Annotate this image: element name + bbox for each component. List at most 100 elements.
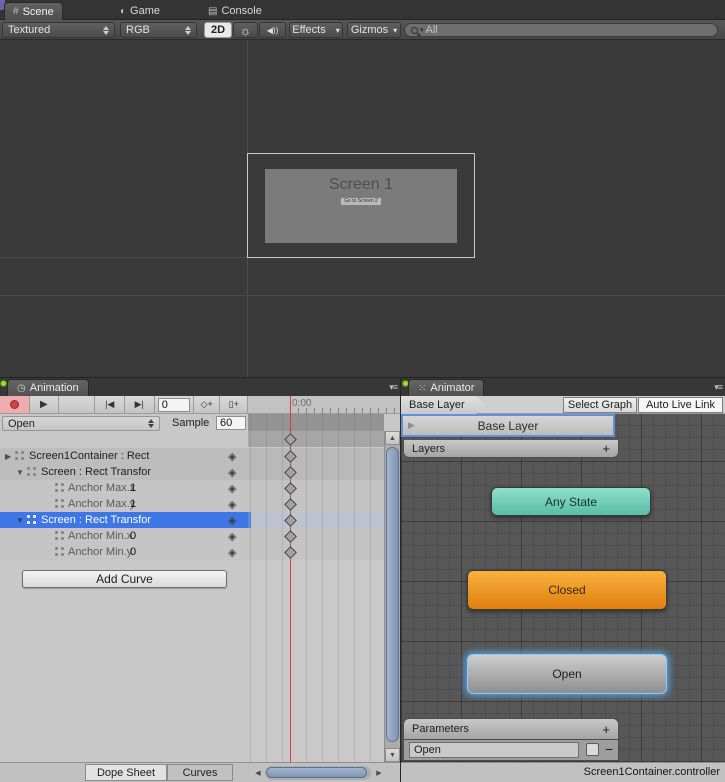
key-indicator-icon[interactable]: ◈ bbox=[228, 514, 236, 527]
search-filter-arrow-icon: ▾ bbox=[420, 26, 424, 34]
arrow-left-icon: ◀ bbox=[255, 769, 260, 777]
render-mode-dropdown[interactable]: RGB bbox=[120, 22, 197, 38]
2d-toggle-button[interactable]: 2D bbox=[204, 22, 232, 38]
tab-animator[interactable]: ⁙ Animator bbox=[408, 379, 484, 396]
anim-row-screen1container[interactable]: ▶ Screen1Container : Rect ◈ bbox=[0, 448, 248, 464]
state-node-open[interactable]: Open bbox=[467, 654, 667, 694]
console-icon: ▤ bbox=[208, 6, 217, 17]
key-indicator-icon[interactable]: ◈ bbox=[228, 498, 236, 511]
dopesheet-row-selected[interactable] bbox=[248, 512, 384, 528]
fold-closed-icon[interactable]: ▶ bbox=[5, 452, 11, 461]
add-keyframe-button[interactable]: ◇+ bbox=[193, 396, 221, 413]
anim-row-value[interactable]: 0 bbox=[130, 546, 136, 558]
anim-row-anchor-min-y[interactable]: Anchor Min.y 0 ◈ bbox=[0, 544, 248, 560]
animator-graph[interactable]: ▶ Base Layer Layers + Any State Closed O… bbox=[401, 414, 725, 762]
key-indicator-icon[interactable]: ◈ bbox=[228, 482, 236, 495]
dopesheet-row[interactable] bbox=[248, 496, 384, 512]
dopesheet-vscrollbar[interactable]: ▲ ▼ bbox=[384, 431, 400, 762]
hscroll-right-button[interactable]: ▶ bbox=[372, 765, 386, 780]
tab-game[interactable]: ◐ Game bbox=[112, 2, 168, 20]
sample-field[interactable]: 60 bbox=[216, 416, 246, 430]
add-curve-button[interactable]: Add Curve bbox=[22, 570, 227, 588]
layers-panel-header[interactable]: Layers + bbox=[403, 440, 619, 458]
anim-row-anchor-max-x[interactable]: Anchor Max.x 1 ◈ bbox=[0, 480, 248, 496]
scroll-up-button[interactable]: ▲ bbox=[385, 431, 400, 445]
fold-open-icon[interactable]: ▼ bbox=[16, 468, 24, 477]
scene-view[interactable]: Screen 1 Go to Screen 2 bbox=[0, 40, 725, 377]
gizmos-dropdown[interactable]: Gizmos ▾ bbox=[347, 22, 401, 38]
anim-row-value[interactable]: 0 bbox=[130, 530, 136, 542]
state-node-any-state[interactable]: Any State bbox=[491, 487, 651, 516]
rect-transform-icon bbox=[15, 451, 24, 460]
anim-row-screen-rt-selected[interactable]: ▼ Screen : Rect Transfor ◈ bbox=[0, 512, 248, 528]
draw-mode-dropdown[interactable]: Textured bbox=[2, 22, 115, 38]
tab-animation[interactable]: ◷ Animation bbox=[7, 379, 89, 396]
fold-open-icon[interactable]: ▼ bbox=[16, 516, 24, 525]
timeline-ruler[interactable]: 0:00 bbox=[248, 396, 401, 414]
select-graph-button[interactable]: Select Graph bbox=[563, 397, 637, 413]
anim-row-anchor-min-x[interactable]: Anchor Min.x 0 ◈ bbox=[0, 528, 248, 544]
dopesheet-empty-area[interactable] bbox=[248, 560, 384, 762]
vscrollbar-thumb[interactable] bbox=[386, 447, 399, 742]
dopesheet-row[interactable] bbox=[248, 480, 384, 496]
arrow-up-icon: ▲ bbox=[389, 435, 396, 442]
next-key-button[interactable]: ▶| bbox=[125, 396, 155, 413]
key-indicator-icon[interactable]: ◈ bbox=[228, 530, 236, 543]
anim-row-label: Screen1Container : Rect bbox=[29, 450, 149, 462]
parameter-name-field[interactable]: Open bbox=[409, 742, 579, 758]
screen1-panel[interactable]: Screen 1 Go to Screen 2 bbox=[265, 169, 457, 243]
dopesheet-row[interactable] bbox=[248, 544, 384, 560]
record-icon bbox=[10, 400, 19, 409]
screen1-go-button[interactable]: Go to Screen 2 bbox=[340, 197, 382, 206]
dope-sheet-tab[interactable]: Dope Sheet bbox=[85, 764, 167, 781]
add-event-icon: ▯+ bbox=[229, 399, 239, 410]
parameter-bool-checkbox[interactable] bbox=[586, 743, 599, 756]
panel-divider[interactable] bbox=[0, 377, 725, 378]
hscrollbar-thumb[interactable] bbox=[266, 767, 367, 778]
curves-tab[interactable]: Curves bbox=[167, 764, 233, 781]
panel-divider[interactable] bbox=[400, 378, 401, 782]
record-button[interactable] bbox=[0, 396, 30, 413]
key-indicator-icon[interactable]: ◈ bbox=[228, 466, 236, 479]
prev-key-button[interactable]: |◀ bbox=[95, 396, 125, 413]
dopesheet-row[interactable] bbox=[248, 448, 384, 464]
dopesheet-row[interactable] bbox=[248, 528, 384, 544]
dopesheet-hscrollbar[interactable] bbox=[265, 766, 371, 780]
scene-search-input[interactable]: ▾ All bbox=[404, 23, 718, 37]
anim-row-anchor-max-y[interactable]: Anchor Max.y 1 ◈ bbox=[0, 496, 248, 512]
auto-live-link-label: Auto Live Link bbox=[646, 399, 715, 411]
anim-row-value[interactable]: 1 bbox=[130, 498, 136, 510]
state-node-closed[interactable]: Closed bbox=[467, 570, 667, 610]
remove-parameter-button[interactable]: − bbox=[605, 741, 613, 757]
tab-scene[interactable]: # Scene bbox=[4, 2, 63, 20]
base-layer-bar[interactable]: ▶ Base Layer bbox=[401, 414, 615, 437]
scene-audio-button[interactable]: ◀)) bbox=[259, 22, 286, 38]
auto-live-link-button[interactable]: Auto Live Link bbox=[638, 397, 723, 413]
rect-transform-icon bbox=[55, 483, 64, 492]
scroll-down-button[interactable]: ▼ bbox=[385, 748, 400, 762]
animation-clip-row: Open Sample 60 bbox=[0, 414, 248, 432]
breadcrumb-base-layer[interactable]: Base Layer bbox=[401, 396, 485, 414]
panel-menu-icon[interactable]: ▾≡ bbox=[714, 382, 722, 393]
parameters-panel-header[interactable]: Parameters + bbox=[403, 718, 619, 740]
clip-dropdown[interactable]: Open bbox=[2, 416, 160, 431]
scene-grid-icon: # bbox=[13, 6, 19, 17]
scene-lighting-button[interactable]: ☼ bbox=[233, 22, 258, 38]
add-layer-button[interactable]: + bbox=[602, 441, 610, 456]
tab-console[interactable]: ▤ Console bbox=[200, 2, 270, 20]
scene-grid-hline bbox=[0, 295, 725, 296]
play-button[interactable]: ▶ bbox=[30, 396, 60, 413]
frame-field[interactable]: 0 bbox=[158, 398, 190, 412]
add-event-button[interactable]: ▯+ bbox=[220, 396, 248, 413]
anim-row-screen-rt[interactable]: ▼ Screen : Rect Transfor ◈ bbox=[0, 464, 248, 480]
effects-dropdown[interactable]: Effects ▾ bbox=[289, 22, 343, 38]
key-indicator-icon[interactable]: ◈ bbox=[228, 450, 236, 463]
add-parameter-button[interactable]: + bbox=[602, 722, 610, 737]
anim-row-value[interactable]: 1 bbox=[130, 482, 136, 494]
dopesheet-row[interactable] bbox=[248, 464, 384, 480]
panel-menu-icon[interactable]: ▾≡ bbox=[389, 382, 397, 393]
panel-indicator-dot bbox=[0, 380, 7, 387]
key-indicator-icon[interactable]: ◈ bbox=[228, 546, 236, 559]
dopesheet-summary-row[interactable] bbox=[248, 431, 384, 447]
hscroll-left-button[interactable]: ◀ bbox=[251, 765, 265, 780]
